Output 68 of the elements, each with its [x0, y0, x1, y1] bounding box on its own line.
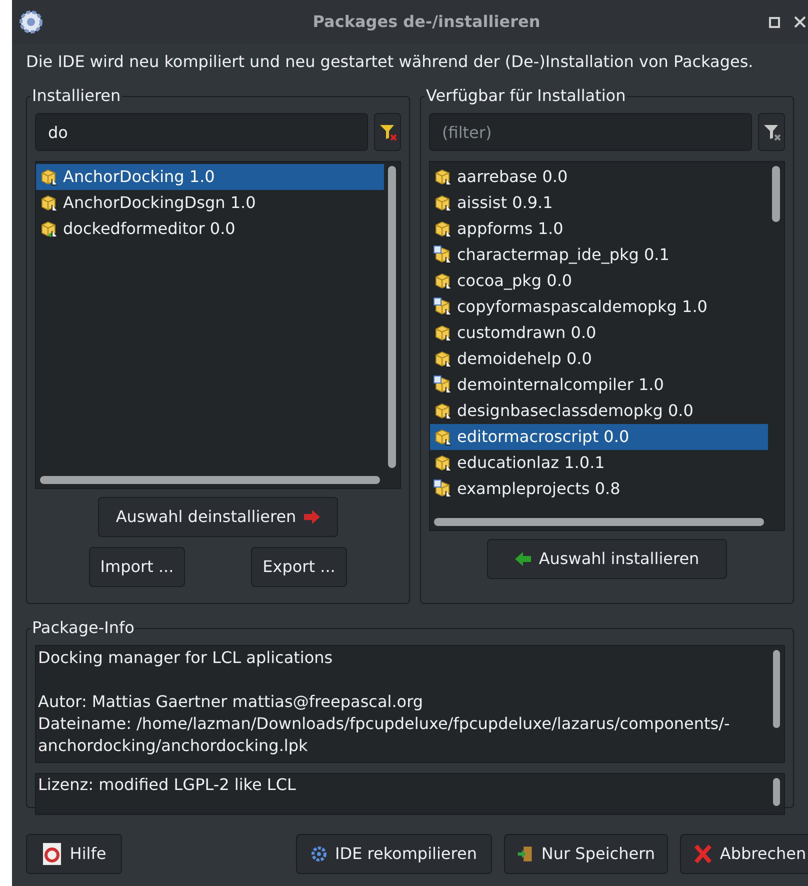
package-list-item[interactable]: copyformaspascaldemopkg 1.0 — [430, 294, 768, 320]
install-button[interactable]: Auswahl installieren — [487, 539, 727, 579]
package-icon — [433, 271, 453, 291]
door-icon — [517, 844, 534, 864]
scrollbar-thumb[interactable] — [772, 778, 780, 806]
close-icon[interactable] — [794, 16, 806, 28]
package-list-item[interactable]: AnchorDocking 1.0 — [36, 164, 384, 190]
scrollbar-thumb[interactable] — [434, 518, 764, 526]
package-list-item[interactable]: demoidehelp 0.0 — [430, 346, 768, 372]
info-line: anchordocking/anchordocking.lpk — [38, 735, 309, 757]
export-button[interactable]: Export ... — [251, 547, 347, 587]
maximize-button[interactable] — [769, 16, 780, 28]
package-icon — [433, 349, 453, 369]
package-icon — [433, 453, 453, 473]
package-list-item[interactable]: dockedformeditor 0.0 — [36, 216, 384, 242]
package-list-item[interactable]: aarrebase 0.0 — [430, 164, 768, 190]
import-button[interactable]: Import ... — [89, 547, 185, 587]
package-list-item[interactable]: customdrawn 0.0 — [430, 320, 768, 346]
package-list-item[interactable]: cocoa_pkg 0.0 — [430, 268, 768, 294]
package-list-item[interactable]: charactermap_ide_pkg 0.1 — [430, 242, 768, 268]
scrollbar-thumb[interactable] — [40, 476, 380, 484]
scrollbar-thumb[interactable] — [772, 650, 780, 728]
package-grid-icon — [433, 375, 453, 395]
info-line: Docking manager for LCL aplications — [38, 647, 334, 669]
filter-field[interactable]: (filter) — [429, 113, 752, 151]
clear-filter-icon — [762, 122, 782, 142]
description-text: Die IDE wird neu kompiliert und neu gestartet während der (De-)Installation von Packages. — [26, 51, 754, 73]
clear-filter-button[interactable] — [758, 113, 785, 151]
package-list-item[interactable]: aissist 0.9.1 — [430, 190, 768, 216]
save-button[interactable]: Nur Speichern — [504, 834, 668, 874]
package-icon — [433, 427, 453, 447]
recompile-button[interactable]: IDE rekompilieren — [296, 834, 492, 874]
package-grid-icon — [433, 297, 453, 317]
lifebuoy-icon — [42, 842, 62, 866]
scrollbar-thumb[interactable] — [772, 166, 780, 222]
package-icon — [433, 401, 453, 421]
package-list-item[interactable]: editormacroscript 0.0 — [430, 424, 768, 450]
clear-filter-button[interactable] — [374, 113, 401, 151]
package-list-item[interactable]: exampleprojects 0.8 — [430, 476, 768, 502]
arrow-right-icon — [304, 510, 320, 524]
package-icon — [39, 193, 59, 213]
cancel-button[interactable]: Abbrechen — [680, 834, 808, 874]
info-line: Dateiname: /home/lazman/Downloads/fpcupdeluxe/fpcupdeluxe/lazarus/components/- — [38, 713, 731, 735]
package-list-item[interactable]: designbaseclassdemopkg 0.0 — [430, 398, 768, 424]
package-grid-icon — [433, 479, 453, 499]
clear-filter-icon — [378, 122, 398, 142]
filter-field[interactable]: do — [35, 113, 368, 151]
package-icon — [433, 219, 453, 239]
uninstall-button[interactable]: Auswahl deinstallieren — [98, 497, 338, 537]
package-icon — [433, 167, 453, 187]
package-grid-icon — [433, 245, 453, 265]
license-text: Lizenz: modified LGPL-2 like LCL — [37, 774, 297, 796]
package-list-item[interactable]: appforms 1.0 — [430, 216, 768, 242]
info-line: Autor: Mattias Gaertner mattias@freepascal.org — [38, 691, 424, 713]
scrollbar-thumb[interactable] — [388, 166, 396, 468]
cross-icon — [694, 844, 712, 864]
gear-icon — [18, 9, 44, 35]
package-icon — [433, 323, 453, 343]
gear-icon — [311, 846, 328, 862]
package-icon — [433, 193, 453, 213]
arrow-left-icon — [514, 552, 531, 566]
package-list-item[interactable]: demointernalcompiler 1.0 — [430, 372, 768, 398]
package-list-item[interactable]: AnchorDockingDsgn 1.0 — [36, 190, 384, 216]
package-list-item[interactable]: educationlaz 1.0.1 — [430, 450, 768, 476]
package-icon — [39, 219, 59, 239]
help-button[interactable]: Hilfe — [26, 834, 122, 874]
window-title: Packages de-/installieren — [312, 11, 540, 33]
package-icon — [39, 167, 59, 187]
